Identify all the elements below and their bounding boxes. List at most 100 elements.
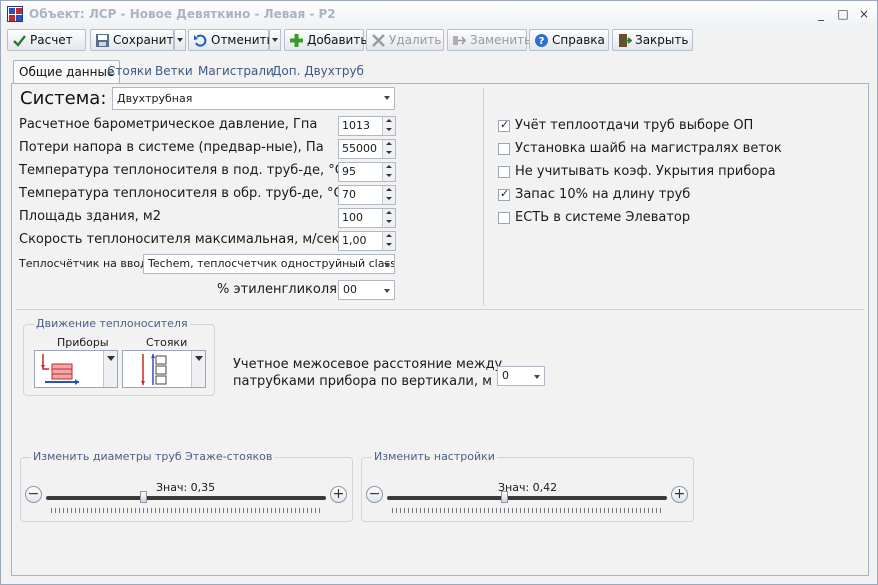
chevron-down-icon[interactable] [191, 351, 205, 387]
checkbox-box[interactable] [498, 166, 510, 178]
velocity-spinner[interactable] [382, 232, 395, 250]
main-window: Объект: ЛСР - Новое Девяткино - Левая - … [0, 0, 878, 585]
save-dropdown-button[interactable] [174, 29, 186, 51]
checkbox-label: Учёт теплоотдачи труб выборе ОП [515, 118, 754, 133]
calc-button[interactable]: Расчет [7, 29, 86, 51]
radiator-flow-icon [41, 354, 79, 385]
slider-settings-group: Изменить настройки Знач: 0,42 − + [361, 450, 694, 522]
general-data-panel: Система: Двухтрубная Расчетное барометри… [11, 83, 869, 576]
area-value: 100 [342, 211, 363, 224]
param-label-pressure: Расчетное барометрическое давление, Гпа [19, 117, 318, 132]
slider-settings-thumb[interactable] [500, 491, 508, 503]
head-loss-input[interactable]: 55000 [338, 139, 396, 159]
slider-diameters-value-text: Знач: 0,35 [156, 481, 216, 494]
velocity-value: 1,00 [342, 234, 367, 247]
pressure-spinner[interactable] [382, 117, 395, 135]
calc-label: Расчет [30, 33, 73, 47]
delete-button[interactable]: Удалить [366, 29, 444, 51]
tab-extra-two-pipe[interactable]: Доп. Двухтруб [272, 60, 364, 82]
system-value: Двухтрубная [117, 92, 193, 105]
tab-general[interactable]: Общие данные [13, 60, 121, 84]
help-label: Справка [552, 33, 605, 47]
velocity-input[interactable]: 1,00 [338, 231, 396, 251]
replace-label: Заменить [470, 33, 532, 47]
checkbox-box[interactable] [498, 187, 510, 201]
distance-select[interactable]: 0 [497, 366, 545, 386]
riser-flow-icon [141, 354, 167, 385]
chevron-down-icon [384, 263, 390, 267]
undo-button[interactable]: Отменить [188, 29, 274, 51]
plus-icon [290, 34, 303, 47]
param-label-head-loss: Потери напора в системе (предвар-ные), П… [19, 140, 324, 155]
slider-diameters-title: Изменить диаметры труб Этаже-стояков [31, 450, 275, 463]
distance-value: 0 [502, 369, 509, 382]
checkbox-box[interactable] [498, 118, 510, 132]
flow-direction-group: Движение теплоносителя Приборы Стояки [23, 317, 215, 396]
head-loss-spinner[interactable] [382, 140, 395, 158]
replace-icon [453, 36, 467, 45]
checkmark-icon [13, 35, 26, 47]
slider-diameters-track[interactable] [46, 496, 326, 500]
slider-settings-track[interactable] [387, 496, 667, 500]
glycol-select[interactable]: 00 [338, 280, 395, 300]
checkbox-label: Не учитывать коэф. Укрытия прибора [515, 164, 776, 179]
slider-diameters-ticks [51, 508, 323, 513]
supply-temp-input[interactable]: 95 [338, 162, 396, 182]
system-select[interactable]: Двухтрубная [112, 87, 395, 110]
undo-label: Отменить [211, 33, 274, 47]
minus-icon[interactable]: − [366, 486, 383, 503]
heat-meter-value: Techem, теплосчетчик одноструйный classi… [148, 257, 395, 270]
plus-icon[interactable]: + [330, 486, 347, 503]
distance-label-line1: Учетное межосевое расстояние между [233, 357, 503, 372]
close-window-button[interactable]: × [856, 6, 872, 22]
flow-group-title: Движение теплоносителя [34, 317, 190, 330]
svg-text:?: ? [539, 36, 545, 47]
checkbox-box[interactable] [498, 143, 510, 155]
tab-branches[interactable]: Ветки [155, 60, 193, 82]
risers-label: Стояки [146, 336, 188, 349]
checkbox-label: Установка шайб на магистралях веток [515, 141, 782, 156]
heat-meter-label: Теплосчётчик на ввод [19, 257, 148, 270]
area-spinner[interactable] [382, 209, 395, 227]
exit-door-icon [619, 34, 632, 47]
maximize-button[interactable]: □ [835, 6, 851, 22]
supply-temp-spinner[interactable] [382, 163, 395, 181]
checkbox-box[interactable] [498, 212, 510, 224]
floppy-disk-icon [96, 34, 109, 47]
devices-label: Приборы [57, 336, 109, 349]
return-temp-input[interactable]: 70 [338, 185, 396, 205]
area-input[interactable]: 100 [338, 208, 396, 228]
horizontal-divider [16, 309, 864, 310]
tab-mains[interactable]: Магистрали [198, 60, 274, 82]
return-temp-spinner[interactable] [382, 186, 395, 204]
glycol-value: 00 [343, 283, 357, 296]
minimize-button[interactable]: _ [813, 6, 829, 22]
save-button[interactable]: Сохранить [90, 29, 181, 51]
vertical-divider [483, 88, 484, 306]
minus-icon[interactable]: − [25, 486, 42, 503]
system-label: Система: [20, 88, 107, 109]
replace-button[interactable]: Заменить [447, 29, 531, 51]
tab-risers[interactable]: Стояки [107, 60, 152, 82]
param-label-return-temp: Температура теплоносителя в обр. труб-де… [19, 186, 343, 201]
undo-dropdown-button[interactable] [269, 29, 281, 51]
glycol-label: % этиленгликоля [217, 282, 337, 297]
title-bar: Объект: ЛСР - Новое Девяткино - Левая - … [1, 1, 877, 28]
plus-icon[interactable]: + [671, 486, 688, 503]
heat-meter-select[interactable]: Techem, теплосчетчик одноструйный classi… [143, 254, 395, 274]
pressure-input[interactable]: 1013 [338, 116, 396, 136]
add-button[interactable]: Добавить [284, 29, 368, 51]
add-label: Добавить [307, 33, 368, 47]
slider-diameters-thumb[interactable] [140, 491, 147, 503]
checkbox-label: ЕСТЬ в системе Элеватор [515, 210, 691, 225]
delete-label: Удалить [389, 33, 442, 47]
devices-flow-select[interactable] [34, 350, 118, 388]
pressure-value: 1013 [342, 119, 370, 132]
help-button[interactable]: ? Справка [529, 29, 609, 51]
risers-flow-select[interactable] [122, 350, 206, 388]
chevron-down-icon [534, 375, 540, 379]
chevron-down-icon[interactable] [103, 351, 117, 387]
chevron-down-icon [384, 96, 390, 100]
distance-label-line2: патрубками прибора по вертикали, м [233, 374, 492, 389]
close-button[interactable]: Закрыть [612, 29, 693, 51]
